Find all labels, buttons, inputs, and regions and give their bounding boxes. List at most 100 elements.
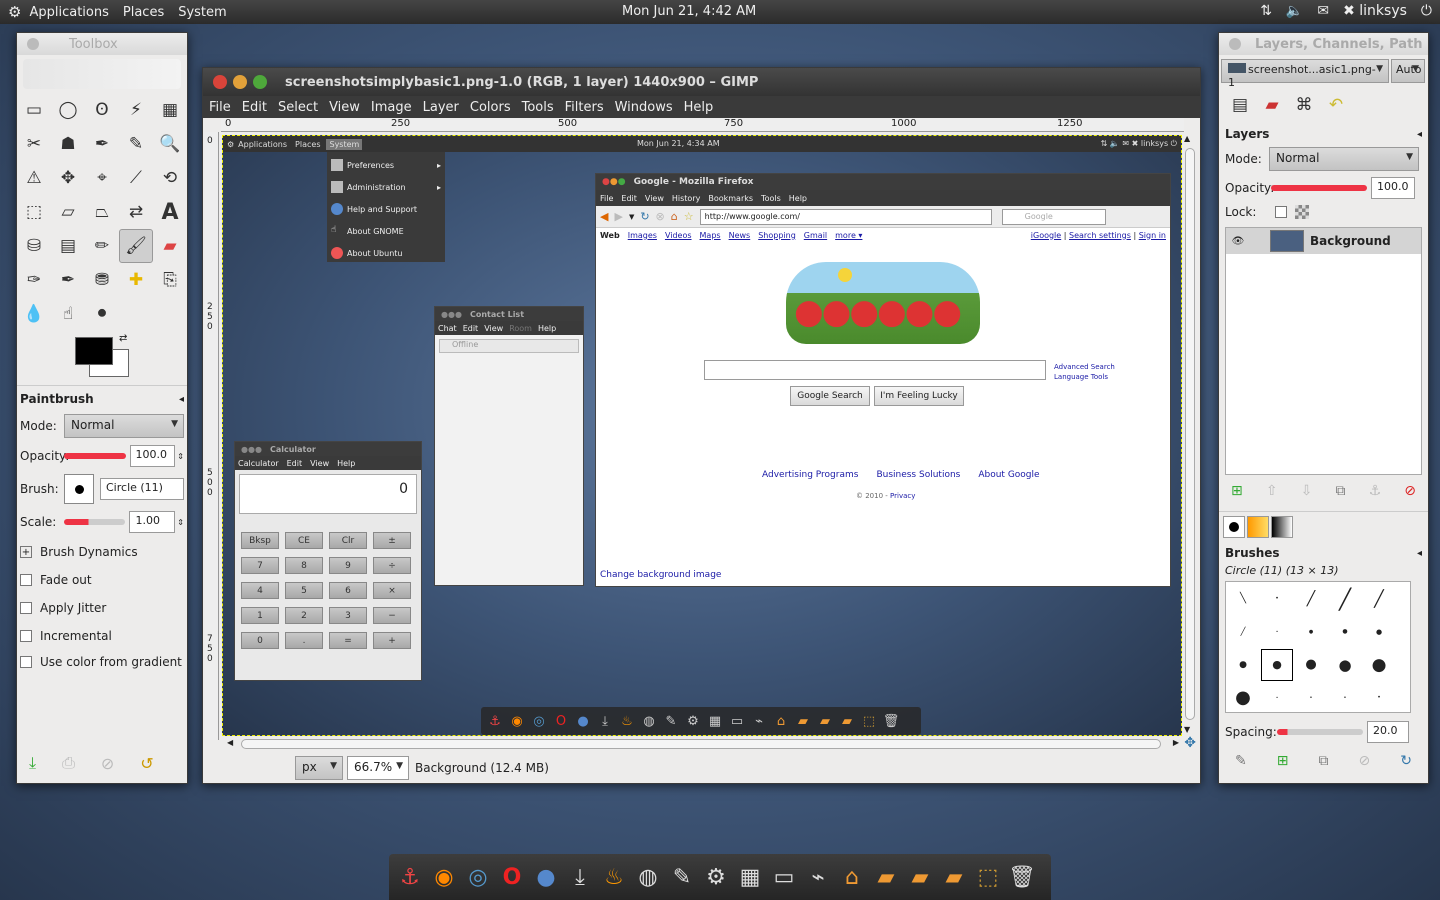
layer-mode-dropdown[interactable]: Normal (1269, 147, 1419, 171)
panel-menu-icon[interactable]: ◂ (179, 394, 184, 405)
menu-tools[interactable]: Tools (522, 100, 554, 115)
network-icon[interactable]: ⇅ (1260, 3, 1272, 19)
anchor-layer-icon[interactable]: ⚓ (1369, 483, 1382, 499)
layer-opacity-input[interactable]: 100.0 (1371, 177, 1415, 199)
horizontal-scrollbar[interactable]: ◀ ▶ (227, 738, 1179, 750)
user-menu[interactable]: ✖ linksys (1343, 3, 1407, 19)
menu-colors[interactable]: Colors (470, 100, 511, 115)
minimize-button[interactable] (233, 75, 247, 89)
trash-icon[interactable]: 🗑 (1007, 862, 1037, 892)
scroll-up-icon[interactable]: ▲ (1184, 134, 1190, 143)
brush-swatch[interactable]: • (1275, 595, 1279, 602)
scroll-down-icon[interactable]: ▼ (1184, 725, 1190, 734)
brush-preview[interactable] (64, 474, 94, 504)
brush-swatch-selected[interactable]: ● (1261, 648, 1293, 681)
undo-tab-icon[interactable]: ↶ (1321, 90, 1351, 120)
lock-alpha-icon[interactable] (1295, 205, 1309, 219)
swap-colors-icon[interactable]: ⇄ (119, 333, 127, 344)
opacity-input[interactable]: 100.0 (129, 445, 176, 467)
measure-icon[interactable]: ⚠ (17, 161, 51, 195)
canvas[interactable]: ⚙ Applications Places System Mon Jun 21,… (222, 135, 1182, 736)
eraser-icon[interactable]: ▰ (153, 229, 187, 263)
menu-applications[interactable]: Applications (29, 5, 108, 20)
brush-swatch[interactable]: ╱ (1374, 589, 1384, 608)
close-icon[interactable] (27, 38, 39, 50)
toolbox-titlebar[interactable]: Toolbox (17, 33, 187, 55)
mode-dropdown[interactable]: Normal (64, 414, 184, 438)
folder-icon[interactable]: ▰ (905, 862, 935, 892)
bucket-fill-icon[interactable]: ⛁ (17, 229, 51, 263)
download-icon[interactable]: ⤓ (565, 862, 595, 892)
flame-icon[interactable]: ♨ (599, 862, 629, 892)
layers-titlebar[interactable]: Layers, Channels, Path (1219, 33, 1428, 55)
heal-icon[interactable]: ✚ (119, 263, 153, 297)
gimp-icon[interactable]: ✎ (667, 862, 697, 892)
menu-select[interactable]: Select (278, 100, 318, 115)
rotate-icon[interactable]: ⟲ (153, 161, 187, 195)
brush-swatch[interactable]: • (1276, 695, 1278, 700)
delete-options-icon[interactable]: ⊘ (101, 754, 114, 773)
gimp-titlebar[interactable]: screenshotsimplybasic1.png-1.0 (RGB, 1 l… (203, 68, 1200, 96)
package-icon[interactable]: ⬚ (973, 862, 1003, 892)
color-swatches[interactable]: ⇄ (75, 333, 187, 383)
menu-image[interactable]: Image (371, 100, 412, 115)
brush-swatch[interactable]: ● (1372, 655, 1387, 675)
horizontal-ruler[interactable]: 0 250 500 750 1000 1250 (221, 118, 1184, 132)
delete-brush-icon[interactable]: ⊘ (1359, 753, 1371, 769)
folder-icon[interactable]: ▰ (871, 862, 901, 892)
lower-layer-icon[interactable]: ⇩ (1301, 483, 1313, 499)
menu-places[interactable]: Places (123, 5, 164, 20)
spin-icon[interactable]: ⇕ (177, 518, 184, 527)
brush-grid[interactable]: ╲ • ╱ ╱ ╱ ╱ • ● ● ● ● ● ● ● ● ● • • • • (1225, 581, 1411, 713)
anchor-icon[interactable]: ⚓ (395, 862, 425, 892)
layer-row-background[interactable]: 👁 Background (1226, 228, 1421, 254)
menu-view[interactable]: View (329, 100, 360, 115)
flip-icon[interactable]: ⇄ (119, 195, 153, 229)
opacity-slider[interactable] (64, 453, 126, 459)
spacing-input[interactable]: 20.0 (1367, 721, 1409, 743)
settings-icon[interactable]: ⚙ (701, 862, 731, 892)
vertical-scrollbar[interactable]: ▲ ▼ (1184, 134, 1196, 734)
vertical-ruler[interactable]: 0 250 500 750 (205, 132, 219, 740)
ink-icon[interactable]: ✒ (51, 263, 85, 297)
brush-swatch[interactable]: • (1344, 695, 1347, 701)
ellipse-select-icon[interactable]: ◯ (51, 93, 85, 127)
brush-swatch[interactable]: ● (1342, 628, 1347, 635)
spacing-slider[interactable] (1277, 729, 1363, 735)
smudge-icon[interactable]: ☝ (51, 297, 85, 331)
brush-swatch[interactable]: ╱ (1307, 591, 1315, 607)
brushes-tab-icon[interactable] (1223, 516, 1245, 538)
unit-dropdown[interactable]: px (295, 756, 343, 780)
crop-icon[interactable]: ⟋ (119, 161, 153, 195)
reset-options-icon[interactable]: ↺ (140, 754, 153, 773)
fade-out-checkbox[interactable] (20, 574, 32, 586)
paths-icon[interactable]: ✒ (85, 127, 119, 161)
text-icon[interactable]: A (153, 195, 187, 229)
dodge-burn-icon[interactable]: ⚫ (85, 297, 119, 331)
brush-swatch[interactable]: • (1310, 695, 1313, 701)
raise-layer-icon[interactable]: ⇧ (1266, 483, 1278, 499)
brush-swatch[interactable]: ● (1239, 660, 1247, 670)
save-options-icon[interactable]: ⤓ (29, 753, 36, 773)
disk-icon[interactable]: ◍ (633, 862, 663, 892)
brush-swatch[interactable]: ╲ (1240, 593, 1246, 604)
pencil-icon[interactable]: ✏ (85, 229, 119, 263)
brush-swatch[interactable]: • (1276, 629, 1278, 634)
apply-jitter-checkbox[interactable] (20, 602, 32, 614)
edit-brush-icon[interactable]: ✎ (1235, 753, 1247, 769)
monitor-icon[interactable]: ⌁ (803, 862, 833, 892)
menu-file[interactable]: File (209, 100, 231, 115)
shear-icon[interactable]: ▱ (51, 195, 85, 229)
scissors-icon[interactable]: ✂ (17, 127, 51, 161)
move-icon[interactable]: ✥ (51, 161, 85, 195)
image-selector[interactable]: screenshot...asic1.png-1 (1221, 59, 1389, 89)
scroll-thumb-h[interactable] (241, 739, 1161, 749)
brush-name[interactable]: Circle (11) (100, 478, 184, 500)
brush-swatch[interactable]: ╱ (1339, 587, 1351, 611)
delete-layer-icon[interactable]: ⊘ (1404, 483, 1416, 499)
visibility-eye-icon[interactable]: 👁 (1226, 236, 1250, 247)
restore-options-icon[interactable]: ⎙ (62, 753, 75, 773)
brush-swatch[interactable]: ● (1376, 628, 1382, 636)
blur-icon[interactable]: 💧 (17, 297, 51, 331)
brush-dynamics[interactable]: Brush Dynamics (40, 545, 138, 559)
